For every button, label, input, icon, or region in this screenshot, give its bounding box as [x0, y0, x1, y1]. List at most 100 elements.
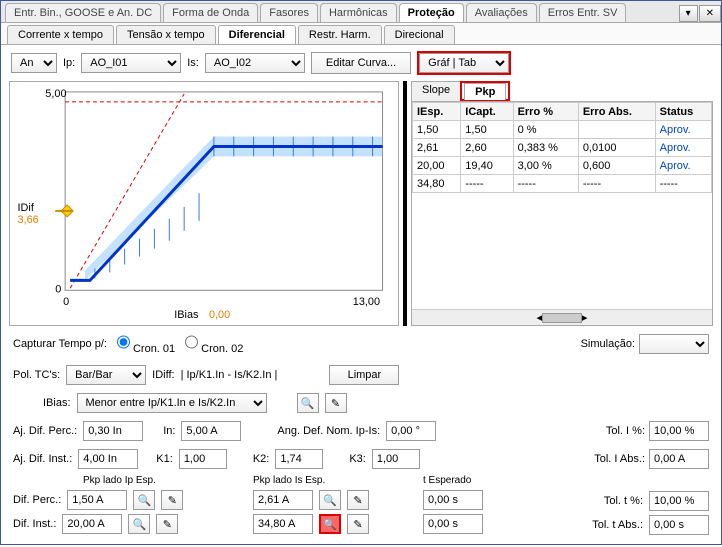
tab-diferencial[interactable]: Diferencial [218, 25, 296, 44]
edit-ip-perc-icon[interactable]: ✎ [161, 490, 183, 510]
tab-direcional[interactable]: Direcional [384, 25, 455, 44]
edit-is-perc-icon[interactable]: ✎ [347, 490, 369, 510]
ibias-label: IBias: [43, 397, 71, 409]
close-icon[interactable]: ✕ [699, 5, 721, 22]
tolt-input[interactable] [649, 491, 709, 511]
capture-label: Capturar Tempo p/: [13, 338, 107, 350]
difperc-label: Dif. Perc.: [13, 494, 61, 506]
difperc-is-input[interactable] [253, 490, 313, 510]
k2-label: K2: [253, 453, 270, 465]
cron01-radio[interactable]: Cron. 01 [117, 332, 175, 355]
ajdifperc-label: Aj. Dif. Perc.: [13, 425, 77, 437]
k1-input[interactable] [179, 449, 227, 469]
tab-erros-sv[interactable]: Erros Entr. SV [539, 3, 627, 22]
sub-tab-bar: Corrente x tempo Tensão x tempo Diferenc… [1, 23, 721, 45]
tab-protecao[interactable]: Proteção [399, 3, 464, 22]
ip-label: Ip: [63, 57, 75, 69]
k3-label: K3: [349, 453, 366, 465]
svg-text:0,00: 0,00 [209, 309, 230, 321]
ibias-select[interactable]: Menor entre Ip/K1.In e Is/K2.In [77, 393, 267, 413]
search-is-perc-icon[interactable]: 🔍 [319, 490, 341, 510]
diff-chart: 5,00 0 IDif 3,66 0 13,00 IBias 0,00 [9, 81, 399, 326]
ajdifinst-label: Aj. Dif. Inst.: [13, 453, 72, 465]
table-row[interactable]: 20,0019,403,00 %0,600Aprov. [413, 157, 712, 175]
tab-fasores[interactable]: Fasores [260, 3, 318, 22]
cron02-radio[interactable]: Cron. 02 [185, 332, 243, 355]
search-ip-perc-icon[interactable]: 🔍 [133, 490, 155, 510]
svg-text:IDif: IDif [18, 202, 35, 214]
toolbar: An Ip: AO_I01 Is: AO_I02 Editar Curva...… [1, 45, 721, 81]
ang-label: Ang. Def. Nom. Ip-Is: [277, 425, 380, 437]
poltc-select[interactable]: Bar/Bar [66, 365, 146, 385]
poltc-label: Pol. TC's: [13, 369, 60, 381]
sim-select[interactable] [639, 334, 709, 354]
table-row[interactable]: 1,501,500 %Aprov. [413, 121, 712, 139]
edit-curve-button[interactable]: Editar Curva... [311, 52, 411, 74]
svg-text:13,00: 13,00 [353, 296, 380, 308]
is-label: Is: [187, 57, 199, 69]
tab-tensao-tempo[interactable]: Tensão x tempo [116, 25, 216, 44]
graf-tab-select[interactable]: Gráf | Tab [419, 53, 509, 73]
sim-label: Simulação: [581, 338, 635, 350]
toliabs-input[interactable] [649, 449, 709, 469]
tab-entr-bin[interactable]: Entr. Bin., GOOSE e An. DC [5, 3, 161, 22]
difinst-is-input[interactable] [253, 514, 313, 534]
k1-label: K1: [156, 453, 173, 465]
tab-forma-onda[interactable]: Forma de Onda [163, 3, 258, 22]
k3-input[interactable] [372, 449, 420, 469]
tesp1-input[interactable] [423, 490, 483, 510]
svg-text:IBias: IBias [174, 309, 199, 321]
difinst-ip-input[interactable] [62, 514, 122, 534]
an-select[interactable]: An [11, 53, 57, 73]
table-row[interactable]: 34,80-------------------- [413, 175, 712, 193]
tolt-label: Tol. t %: [604, 495, 643, 507]
table-row[interactable]: 2,612,600,383 %0,0100Aprov. [413, 139, 712, 157]
pkpip-legend: Pkp lado Ip Esp. [83, 475, 243, 486]
toli-input[interactable] [649, 421, 709, 441]
ajdifperc-input[interactable] [83, 421, 143, 441]
zoom-icon[interactable]: 🔍 [297, 393, 319, 413]
splitter[interactable] [403, 81, 407, 326]
limpar-button[interactable]: Limpar [329, 365, 399, 385]
h-scrollbar[interactable]: ◂▸ [412, 309, 712, 325]
edit-is-inst-icon[interactable]: ✎ [347, 514, 369, 534]
svg-text:0: 0 [55, 283, 61, 295]
col-icapt[interactable]: ICapt. [461, 103, 513, 121]
tab-slope[interactable]: Slope [411, 81, 461, 101]
ajdifinst-input[interactable] [78, 449, 138, 469]
results-table: IEsp. ICapt. Erro % Erro Abs. Status 1,5… [411, 101, 713, 326]
tab-restr-harm[interactable]: Restr. Harm. [298, 25, 382, 44]
tab-corrente-tempo[interactable]: Corrente x tempo [7, 25, 114, 44]
idiff-formula: | Ip/K1.In - Is/K2.In | [181, 369, 278, 381]
ip-select[interactable]: AO_I01 [81, 53, 181, 73]
tab-pkp[interactable]: Pkp [464, 83, 506, 100]
svg-text:0: 0 [63, 296, 69, 308]
brush-icon[interactable]: ✎ [325, 393, 347, 413]
toltabs-input[interactable] [649, 515, 709, 535]
search-is-inst-icon[interactable]: 🔍 [319, 514, 341, 534]
edit-ip-inst-icon[interactable]: ✎ [156, 514, 178, 534]
tab-avaliacoes[interactable]: Avaliações [466, 3, 537, 22]
tesp-legend: t Esperado [423, 475, 513, 486]
col-erro-pct[interactable]: Erro % [513, 103, 578, 121]
idiff-label: IDiff: [152, 369, 174, 381]
search-ip-inst-icon[interactable]: 🔍 [128, 514, 150, 534]
toltabs-label: Tol. t Abs.: [592, 519, 643, 531]
svg-text:3,66: 3,66 [18, 214, 39, 226]
col-status[interactable]: Status [655, 103, 711, 121]
toliabs-label: Tol. I Abs.: [594, 453, 645, 465]
tesp2-input[interactable] [423, 514, 483, 534]
difperc-ip-input[interactable] [67, 490, 127, 510]
in-input[interactable] [181, 421, 241, 441]
in-label: In: [163, 425, 175, 437]
is-select[interactable]: AO_I02 [205, 53, 305, 73]
toli-label: Tol. I %: [606, 425, 645, 437]
pkpis-legend: Pkp lado Is Esp. [253, 475, 413, 486]
tab-harmonicas[interactable]: Harmônicas [320, 3, 397, 22]
k2-input[interactable] [275, 449, 323, 469]
difinst-label: Dif. Inst.: [13, 518, 56, 530]
ang-input[interactable] [386, 421, 436, 441]
dropdown-icon[interactable]: ▾ [679, 5, 698, 22]
col-iesp[interactable]: IEsp. [413, 103, 461, 121]
col-erro-abs[interactable]: Erro Abs. [578, 103, 655, 121]
